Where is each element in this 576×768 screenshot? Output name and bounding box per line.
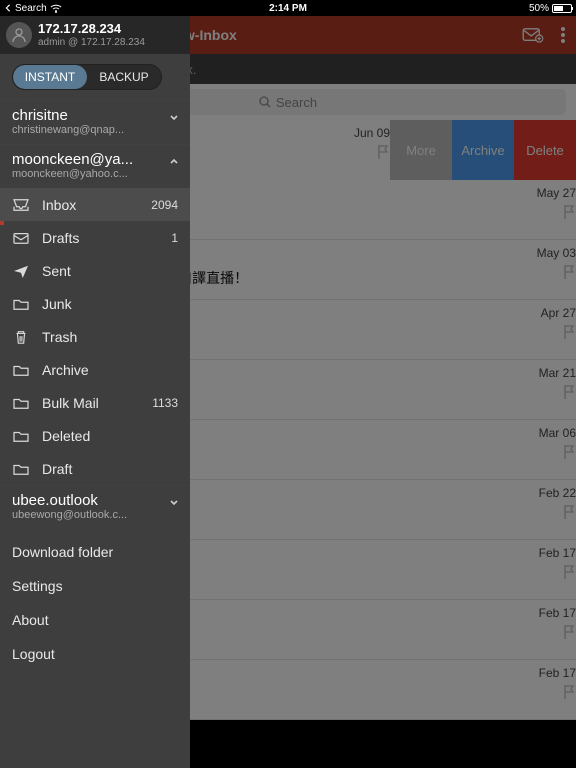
sidebar: 172.17.28.234 admin @ 172.17.28.234 INST… (0, 16, 190, 768)
server-ip: 172.17.28.234 (38, 22, 145, 36)
account-header[interactable]: chrisitne christinewang@qnap... (0, 100, 190, 144)
folder-trash[interactable]: Trash (0, 320, 190, 353)
folder-draft[interactable]: Draft (0, 452, 190, 485)
status-time: 2:14 PM (269, 3, 307, 14)
sidebar-header: 172.17.28.234 admin @ 172.17.28.234 (0, 16, 190, 54)
menu-settings[interactable]: Settings (0, 569, 190, 603)
folder-label: Inbox (42, 197, 139, 213)
account-email: moonckeen@yahoo.c... (12, 168, 178, 180)
folder-label: Trash (42, 329, 178, 345)
account-header[interactable]: moonckeen@ya... moonckeen@yahoo.c... (0, 144, 190, 188)
folder-deleted[interactable]: Deleted (0, 419, 190, 452)
folder-label: Drafts (42, 230, 159, 246)
menu-label: Download folder (12, 544, 178, 560)
status-battery-pct: 50% (529, 3, 549, 14)
folder-label: Deleted (42, 428, 178, 444)
folder-icon (12, 429, 30, 443)
back-chevron-icon[interactable] (4, 4, 12, 12)
sent-icon (12, 264, 30, 278)
folder-label: Sent (42, 263, 178, 279)
account-name: chrisitne (12, 107, 178, 124)
tab-instant[interactable]: INSTANT (13, 65, 87, 89)
folder-label: Bulk Mail (42, 395, 140, 411)
folder-junk[interactable]: Junk (0, 287, 190, 320)
menu-label: Settings (12, 578, 178, 594)
folder-count: 1 (171, 231, 178, 245)
account-email: christinewang@qnap... (12, 124, 178, 136)
folder-icon (12, 462, 30, 476)
account-header[interactable]: ubee.outlook ubeewong@outlook.c... (0, 485, 190, 529)
tab-backup[interactable]: BACKUP (87, 65, 161, 89)
folder-drafts[interactable]: Drafts 1 (0, 221, 190, 254)
folder-bulk-mail[interactable]: Bulk Mail 1133 (0, 386, 190, 419)
menu-logout[interactable]: Logout (0, 637, 190, 671)
folder-icon (12, 297, 30, 311)
menu-download-folder[interactable]: Download folder (0, 535, 190, 569)
folder-inbox[interactable]: Inbox 2094 (0, 188, 190, 221)
folder-count: 1133 (152, 396, 178, 410)
status-back[interactable]: Search (15, 3, 47, 14)
menu-about[interactable]: About (0, 603, 190, 637)
server-sub: admin @ 172.17.28.234 (38, 37, 145, 48)
battery-icon (552, 4, 572, 13)
folder-label: Junk (42, 296, 178, 312)
folder-label: Archive (42, 362, 178, 378)
drafts-icon (12, 231, 30, 245)
wifi-icon (50, 4, 60, 12)
folder-archive[interactable]: Archive (0, 353, 190, 386)
folder-icon (12, 363, 30, 377)
folder-label: Draft (42, 461, 178, 477)
menu-label: About (12, 612, 178, 628)
chevron-down-icon (168, 111, 180, 123)
folder-icon (12, 396, 30, 410)
menu-label: Logout (12, 646, 178, 662)
mode-toggle[interactable]: INSTANT BACKUP (12, 64, 162, 90)
folder-sent[interactable]: Sent (0, 254, 190, 287)
account-name: moonckeen@ya... (12, 151, 178, 168)
folder-count: 2094 (151, 198, 178, 212)
chevron-down-icon (168, 496, 180, 508)
avatar (6, 22, 32, 48)
account-name: ubee.outlook (12, 492, 178, 509)
chevron-up-icon (168, 155, 180, 167)
trash-icon (12, 329, 30, 345)
inbox-icon (12, 198, 30, 212)
account-email: ubeewong@outlook.c... (12, 509, 178, 521)
